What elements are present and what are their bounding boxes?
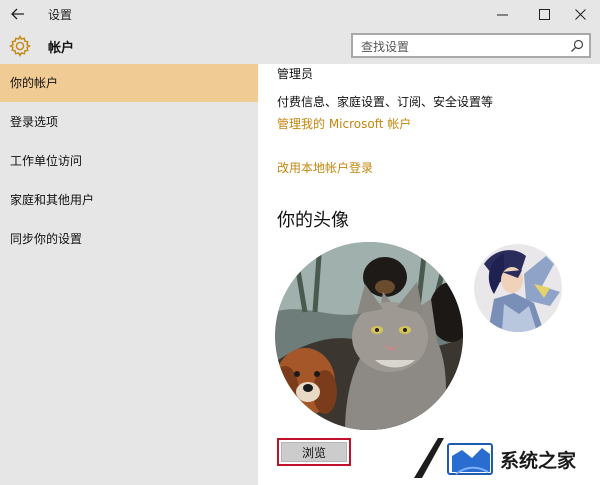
search-input[interactable]: 查找设置 <box>351 33 591 58</box>
sidebar-item-sync-settings[interactable]: 同步你的设置 <box>0 220 258 258</box>
sidebar-item-label: 工作单位访问 <box>10 154 83 168</box>
sidebar-item-label: 同步你的设置 <box>10 232 83 246</box>
close-button[interactable] <box>560 0 600 28</box>
sidebar-item-family-users[interactable]: 家庭和其他用户 <box>0 181 258 219</box>
account-role: 管理员 <box>277 67 314 81</box>
sidebar-item-sign-in-options[interactable]: 登录选项 <box>0 103 258 141</box>
sidebar-item-your-account[interactable]: 你的帐户 <box>0 64 258 102</box>
sidebar-item-work-access[interactable]: 工作单位访问 <box>0 142 258 180</box>
back-button[interactable] <box>0 0 36 28</box>
minimize-button[interactable] <box>482 0 522 28</box>
avatar-heading: 你的头像 <box>277 210 349 231</box>
avatar-photo-image <box>275 242 463 430</box>
minimize-icon <box>496 14 508 15</box>
sidebar-item-label: 家庭和其他用户 <box>10 193 95 207</box>
gear-icon <box>9 35 32 57</box>
watermark-text: 系统之家 <box>500 450 577 472</box>
back-arrow-icon <box>11 8 24 20</box>
search-placeholder: 查找设置 <box>361 40 410 54</box>
maximize-icon <box>538 8 550 20</box>
previous-avatar[interactable] <box>474 244 562 332</box>
window-title: 设置 <box>48 8 73 22</box>
title-bar: 设置 <box>0 0 600 28</box>
maximize-button[interactable] <box>524 0 564 28</box>
browse-button[interactable]: 浏览 <box>281 442 347 462</box>
account-details: 付费信息、家庭设置、订阅、安全设置等 <box>277 95 494 109</box>
search-icon[interactable] <box>569 38 585 54</box>
local-account-link[interactable]: 改用本地帐户登录 <box>277 159 373 176</box>
close-icon <box>574 8 586 20</box>
browse-highlight: 浏览 <box>277 438 351 466</box>
anime-avatar-image <box>474 244 562 332</box>
page-title: 帐户 <box>48 41 75 56</box>
sidebar-item-label: 你的帐户 <box>10 76 59 90</box>
manage-microsoft-account-link[interactable]: 管理我的 Microsoft 帐户 <box>277 115 411 132</box>
sidebar-item-label: 登录选项 <box>10 115 59 129</box>
current-avatar <box>275 242 463 430</box>
